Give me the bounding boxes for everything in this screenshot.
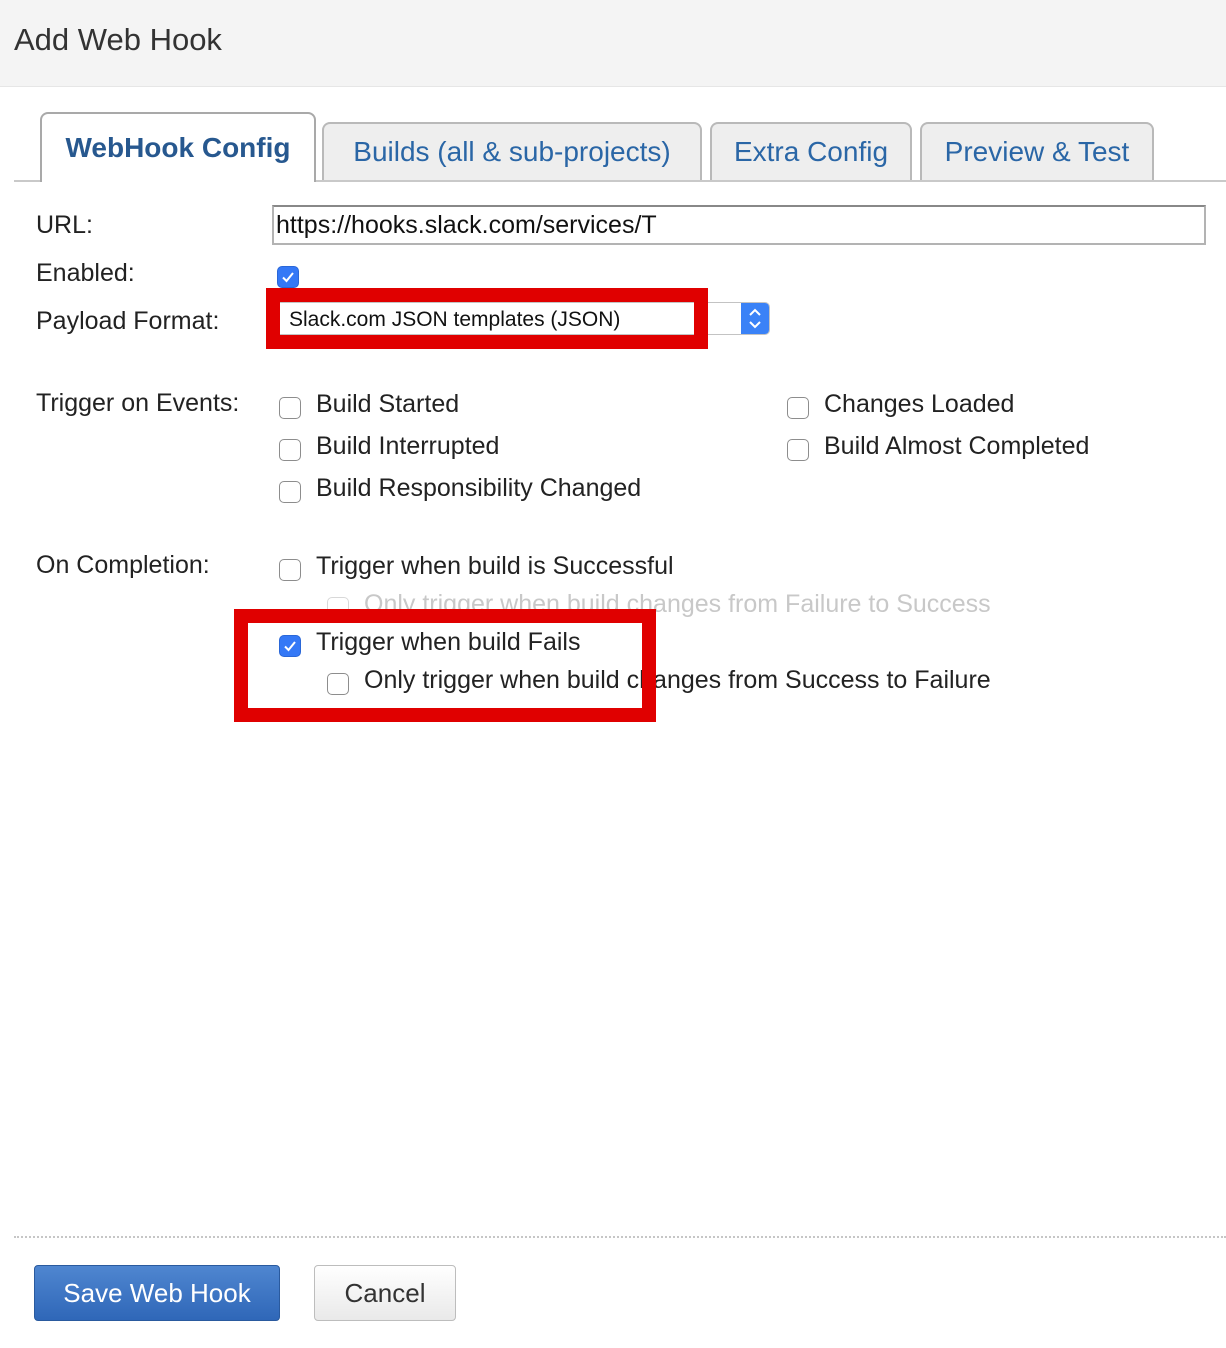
- build-almost-completed-checkbox[interactable]: [787, 439, 809, 461]
- enabled-checkbox[interactable]: [277, 266, 299, 288]
- checkmark-icon: [282, 272, 294, 283]
- only-success-to-failure-label: Only trigger when build changes from Suc…: [364, 666, 991, 694]
- tab-webhook-config[interactable]: WebHook Config: [40, 112, 316, 182]
- changes-loaded-checkbox[interactable]: [787, 397, 809, 419]
- trigger-fails-checkbox[interactable]: [279, 635, 301, 657]
- footer-divider: [14, 1236, 1226, 1238]
- build-responsibility-changed-label: Build Responsibility Changed: [316, 474, 642, 502]
- payload-format-value: Slack.com JSON templates (JSON): [289, 308, 621, 331]
- dialog-title: Add Web Hook: [14, 22, 222, 57]
- only-failure-to-success-checkbox: [327, 597, 349, 619]
- trigger-fails-label: Trigger when build Fails: [316, 628, 581, 656]
- build-started-label: Build Started: [316, 390, 460, 418]
- url-input[interactable]: [272, 205, 1206, 245]
- only-failure-to-success-label: Only trigger when build changes from Fai…: [364, 590, 991, 618]
- build-started-checkbox[interactable]: [279, 397, 301, 419]
- dialog-titlebar: Add Web Hook: [0, 0, 1226, 87]
- payload-format-label: Payload Format:: [36, 307, 220, 335]
- save-web-hook-button[interactable]: Save Web Hook: [34, 1265, 280, 1321]
- select-arrows-icon: [741, 303, 769, 334]
- on-completion-label: On Completion:: [36, 551, 210, 579]
- trigger-successful-label: Trigger when build is Successful: [316, 552, 674, 580]
- cancel-button[interactable]: Cancel: [314, 1265, 456, 1321]
- payload-format-select[interactable]: Slack.com JSON templates (JSON): [272, 302, 770, 335]
- build-interrupted-checkbox[interactable]: [279, 439, 301, 461]
- tab-preview-test[interactable]: Preview & Test: [920, 122, 1154, 180]
- checkmark-icon: [284, 641, 296, 652]
- build-almost-completed-label: Build Almost Completed: [824, 432, 1090, 460]
- build-responsibility-changed-checkbox[interactable]: [279, 481, 301, 503]
- only-success-to-failure-checkbox[interactable]: [327, 673, 349, 695]
- url-label: URL:: [36, 211, 93, 239]
- tab-builds[interactable]: Builds (all & sub-projects): [322, 122, 702, 180]
- tab-extra-config[interactable]: Extra Config: [710, 122, 912, 180]
- trigger-events-label: Trigger on Events:: [36, 389, 240, 417]
- build-interrupted-label: Build Interrupted: [316, 432, 500, 460]
- trigger-successful-checkbox[interactable]: [279, 559, 301, 581]
- enabled-label: Enabled:: [36, 259, 135, 287]
- changes-loaded-label: Changes Loaded: [824, 390, 1015, 418]
